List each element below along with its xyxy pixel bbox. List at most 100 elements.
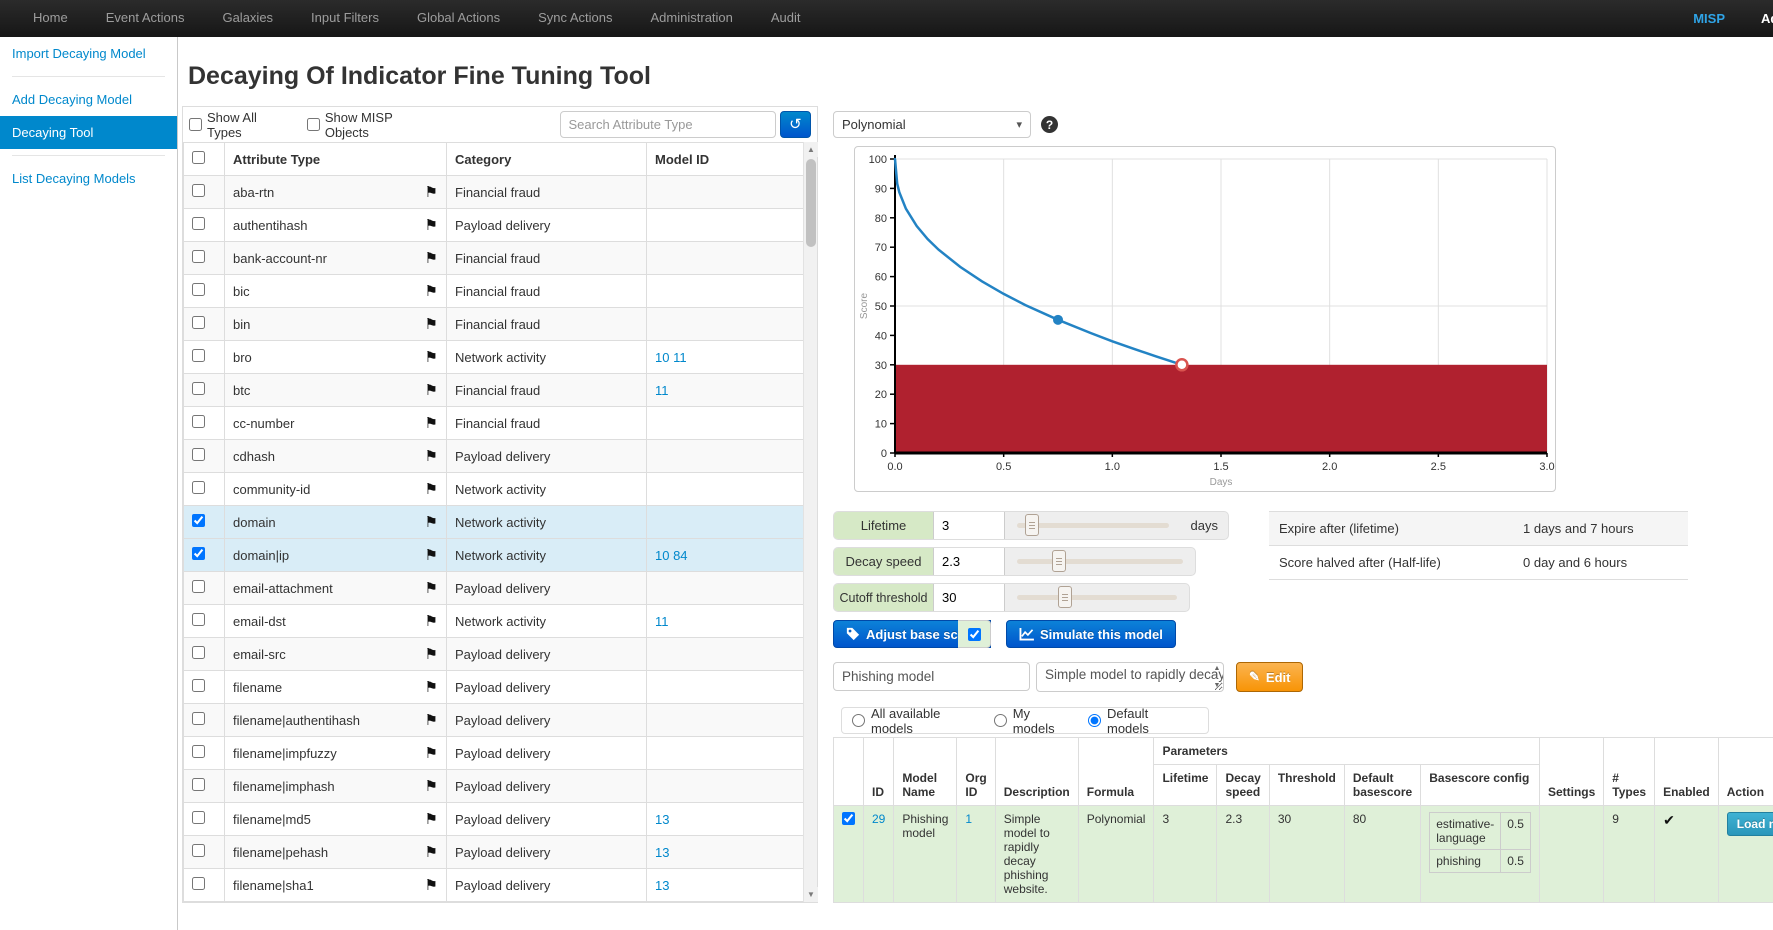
all-available-models-label[interactable]: All available models <box>871 706 976 736</box>
attribute-row-checkbox[interactable] <box>192 184 205 197</box>
sidebar-item-decaying-tool[interactable]: Decaying Tool <box>0 116 177 149</box>
formula-select[interactable]: Polynomial ▾ <box>833 111 1031 138</box>
attribute-row-checkbox[interactable] <box>192 646 205 659</box>
attribute-row-checkbox[interactable] <box>192 679 205 692</box>
model-formula-cell: Polynomial <box>1078 806 1154 903</box>
flag-icon: ⚑ <box>425 777 438 795</box>
decay-speed-control: Decay speed <box>833 547 1196 576</box>
lifetime-slider-handle[interactable] <box>1025 514 1039 536</box>
sidebar-item-import-decaying-model[interactable]: Import Decaying Model <box>0 37 177 70</box>
threshold-drag-point[interactable] <box>1176 359 1187 370</box>
model-row: 29 Phishing model 1 Simple model to rapi… <box>834 806 1773 903</box>
attribute-type-name: filename|authentihash <box>233 713 360 728</box>
model-id-links[interactable]: 13 <box>655 845 669 860</box>
attribute-row-checkbox[interactable] <box>192 844 205 857</box>
refresh-search-button[interactable]: ↺ <box>780 111 811 138</box>
select-all-checkbox[interactable] <box>192 151 205 164</box>
model-basescore-config-cell: estimative-language 0.5 phishing 0.5 <box>1421 806 1540 903</box>
edit-model-button[interactable]: ✎ Edit <box>1236 662 1303 692</box>
model-name-input[interactable] <box>833 662 1030 691</box>
model-id-links[interactable]: 10 84 <box>655 548 688 563</box>
attribute-row-checkbox[interactable] <box>192 283 205 296</box>
all-available-models-radio[interactable] <box>852 714 865 727</box>
adjust-base-score-checkbox[interactable] <box>968 628 981 641</box>
nav-item-administration[interactable]: Administration <box>632 0 752 37</box>
help-icon[interactable]: ? <box>1041 116 1058 133</box>
decay-speed-slider-handle[interactable] <box>1052 550 1066 572</box>
svg-text:Days: Days <box>1210 477 1233 488</box>
load-model-button[interactable]: Load model <box>1727 812 1773 836</box>
col-header-attribute-type: Attribute Type <box>225 143 447 176</box>
sidebar-item-add-decaying-model[interactable]: Add Decaying Model <box>0 83 177 116</box>
cutoff-threshold-slider-handle[interactable] <box>1058 586 1072 608</box>
curve-drag-point[interactable] <box>1054 315 1063 324</box>
decay-speed-input[interactable] <box>934 548 1005 575</box>
attribute-row-checkbox[interactable] <box>192 877 205 890</box>
attribute-row-checkbox[interactable] <box>192 415 205 428</box>
nav-item-audit[interactable]: Audit <box>752 0 820 37</box>
attribute-row: email-src⚑Payload delivery <box>184 638 804 671</box>
model-id-links[interactable]: 10 11 <box>655 350 687 365</box>
attribute-row-checkbox[interactable] <box>192 316 205 329</box>
attribute-row-checkbox[interactable] <box>192 448 205 461</box>
attribute-row-checkbox[interactable] <box>192 217 205 230</box>
model-org-link[interactable]: 1 <box>965 812 972 826</box>
simulate-model-label: Simulate this model <box>1040 627 1163 642</box>
scrollbar-thumb[interactable] <box>806 159 816 247</box>
model-description-textarea[interactable]: Simple model to rapidly decay <box>1036 662 1224 692</box>
nav-item-galaxies[interactable]: Galaxies <box>203 0 292 37</box>
nav-item-input-filters[interactable]: Input Filters <box>292 0 398 37</box>
model-id-links[interactable]: 13 <box>655 812 669 827</box>
nav-item-event-actions[interactable]: Event Actions <box>87 0 204 37</box>
sidebar-item-list-decaying-models[interactable]: List Decaying Models <box>0 162 177 195</box>
misp-brand-link[interactable]: MISP <box>1671 1 1747 36</box>
attribute-row-checkbox[interactable] <box>192 811 205 824</box>
lifetime-slider[interactable] <box>1017 523 1169 528</box>
search-attribute-type-input[interactable] <box>560 111 776 138</box>
show-all-types-checkbox[interactable] <box>189 118 202 131</box>
attribute-row-checkbox[interactable] <box>192 745 205 758</box>
lifetime-input[interactable] <box>934 512 1005 539</box>
show-misp-objects-checkbox[interactable] <box>307 118 320 131</box>
attribute-row-checkbox[interactable] <box>192 778 205 791</box>
scrollbar-down-arrow-icon[interactable]: ▼ <box>804 887 818 902</box>
my-models-label[interactable]: My models <box>1013 706 1070 736</box>
cutoff-threshold-input[interactable] <box>934 584 1005 611</box>
scrollbar-up-arrow-icon[interactable]: ▲ <box>804 142 818 157</box>
textarea-scroll-arrows[interactable]: ▲ ▼ <box>1211 665 1223 689</box>
nav-item-home[interactable]: Home <box>14 0 87 37</box>
mt-col-enabled: Enabled <box>1655 738 1719 806</box>
attribute-row-checkbox[interactable] <box>192 547 205 560</box>
attribute-row-checkbox[interactable] <box>192 349 205 362</box>
attribute-row: authentihash⚑Payload delivery <box>184 209 804 242</box>
attribute-row-checkbox[interactable] <box>192 382 205 395</box>
nav-item-sync-actions[interactable]: Sync Actions <box>519 0 631 37</box>
attribute-row-checkbox[interactable] <box>192 613 205 626</box>
attribute-row-checkbox[interactable] <box>192 712 205 725</box>
attribute-row-checkbox[interactable] <box>192 250 205 263</box>
simulate-model-button[interactable]: Simulate this model <box>1006 620 1176 648</box>
flag-icon: ⚑ <box>425 216 438 234</box>
decay-speed-slider[interactable] <box>1017 559 1183 564</box>
mt-col-num-types: # Types <box>1604 738 1655 806</box>
model-id-link[interactable]: 29 <box>872 812 885 826</box>
model-id-links[interactable]: 11 <box>655 383 669 398</box>
flag-icon: ⚑ <box>425 810 438 828</box>
svg-text:2.0: 2.0 <box>1322 461 1337 473</box>
model-id-links[interactable]: 11 <box>655 614 669 629</box>
my-models-radio[interactable] <box>994 714 1007 727</box>
mt-col-id: ID <box>864 738 894 806</box>
cutoff-threshold-slider[interactable] <box>1017 595 1177 600</box>
model-id-links[interactable]: 13 <box>655 878 669 893</box>
default-models-radio[interactable] <box>1088 714 1101 727</box>
attribute-row-checkbox[interactable] <box>192 580 205 593</box>
show-all-types-label: Show All Types <box>207 110 293 140</box>
nav-user-menu[interactable]: Ad <box>1747 1 1773 36</box>
attribute-row: cc-number⚑Financial fraud <box>184 407 804 440</box>
attribute-category: Payload delivery <box>447 770 647 803</box>
default-models-label[interactable]: Default models <box>1107 706 1186 736</box>
attribute-row-checkbox[interactable] <box>192 481 205 494</box>
attribute-row-checkbox[interactable] <box>192 514 205 527</box>
nav-item-global-actions[interactable]: Global Actions <box>398 0 519 37</box>
model-row-checkbox[interactable] <box>842 812 855 825</box>
